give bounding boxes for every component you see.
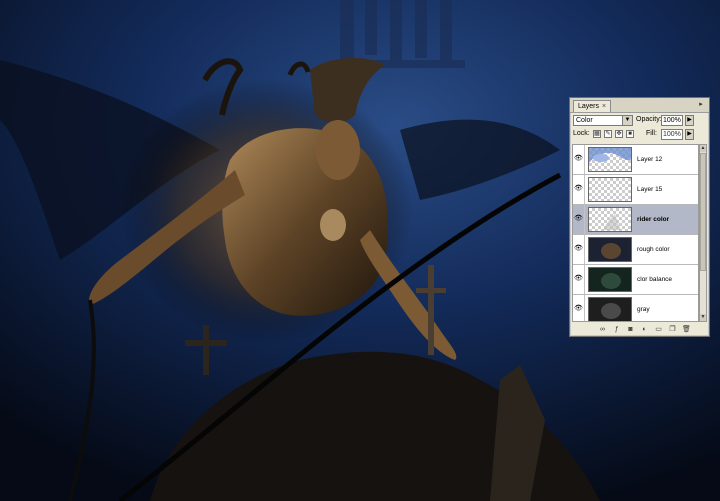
chevron-down-icon: ▼ [622,116,632,125]
lock-transparency-icon[interactable]: ▦ [593,130,601,138]
layer-thumbnail [588,147,632,172]
layers-panel: Layers × ▸ Color ▼ Opacity: 100% ▶ Lock:… [569,97,710,337]
layer-thumbnail [588,297,632,321]
tab-layers[interactable]: Layers × [573,100,612,112]
layer-thumbnail [588,207,632,232]
lock-position-icon[interactable]: ✥ [615,130,623,138]
eye-icon[interactable]: 👁 [574,215,583,223]
fill-label: Fill: [646,130,657,137]
layer-name: Layer 15 [637,186,663,193]
divider [584,295,585,321]
layers-scrollbar[interactable]: ▲ ▼ [699,144,707,322]
lock-fill-row: Lock: ▦ ✎ ✥ ■ Fill: 100% ▶ [573,129,706,141]
layer-name: Layer 12 [637,156,663,163]
eye-icon[interactable]: 👁 [574,155,583,163]
layer-row-rough-color[interactable]: 👁 rough color [573,235,698,265]
trash-icon[interactable]: 🗑 [682,325,691,334]
lock-all-icon[interactable]: ■ [626,130,634,138]
opacity-input[interactable]: 100% [661,115,683,126]
skull-ornament [320,209,346,241]
layer-thumbnail [588,237,632,262]
divider [584,265,585,294]
mask-icon[interactable]: ◙ [626,325,635,334]
close-icon[interactable]: × [602,103,606,110]
scroll-thumb[interactable] [700,153,706,271]
sword [428,265,434,355]
link-icon[interactable]: ∞ [598,325,607,334]
opacity-slider-arrow-icon[interactable]: ▶ [685,115,694,126]
divider [584,235,585,264]
layers-tab-bar: Layers × ▸ [570,98,709,113]
blend-mode-select[interactable]: Color ▼ [573,115,633,126]
layer-row-rider-color[interactable]: 👁 rider color [573,205,698,235]
lock-image-icon[interactable]: ✎ [604,130,612,138]
layer-name: gray [637,306,650,313]
eye-icon[interactable]: 👁 [574,305,583,313]
layer-row-layer-12[interactable]: 👁 Layer 12 [573,145,698,175]
layer-thumbnail [588,267,632,292]
eye-icon[interactable]: 👁 [574,245,583,253]
fill-slider-arrow-icon[interactable]: ▶ [685,129,694,140]
eye-icon[interactable]: 👁 [574,275,583,283]
divider [584,145,585,174]
opacity-label: Opacity: [636,116,662,123]
layer-row-clor-balance[interactable]: 👁 clor balance [573,265,698,295]
layers-list: 👁 Layer 12 👁 Layer 15 👁 rider color 👁 ro… [572,144,699,322]
layer-name: rider color [637,216,670,223]
divider [584,175,585,204]
new-layer-icon[interactable]: ❐ [668,325,677,334]
layer-name: clor balance [637,276,673,283]
layer-name: rough color [637,246,670,253]
layer-row-gray[interactable]: 👁 gray [573,295,698,321]
divider [584,205,585,234]
photoshop-workspace: Layers × ▸ Color ▼ Opacity: 100% ▶ Lock:… [0,0,720,501]
adjustment-icon[interactable]: ◐ [640,325,649,334]
scroll-down-icon[interactable]: ▼ [700,314,706,321]
layer-row-layer-15[interactable]: 👁 Layer 15 [573,175,698,205]
group-icon[interactable]: ▭ [654,325,663,334]
fill-input[interactable]: 100% [661,129,683,140]
scroll-up-icon[interactable]: ▲ [700,145,706,152]
tab-layers-label: Layers [578,103,600,110]
layer-thumbnail [588,177,632,202]
warrior-torso [222,128,388,316]
blend-mode-value: Color [576,117,593,124]
eye-icon[interactable]: 👁 [574,185,583,193]
fx-icon[interactable]: ƒ [612,325,621,334]
lock-label: Lock: [573,130,590,137]
layers-bottom-toolbar: ∞ ƒ ◙ ◐ ▭ ❐ 🗑 [570,324,709,336]
panel-menu-icon[interactable]: ▸ [696,101,706,109]
blend-opacity-row: Color ▼ Opacity: 100% ▶ [573,115,706,127]
